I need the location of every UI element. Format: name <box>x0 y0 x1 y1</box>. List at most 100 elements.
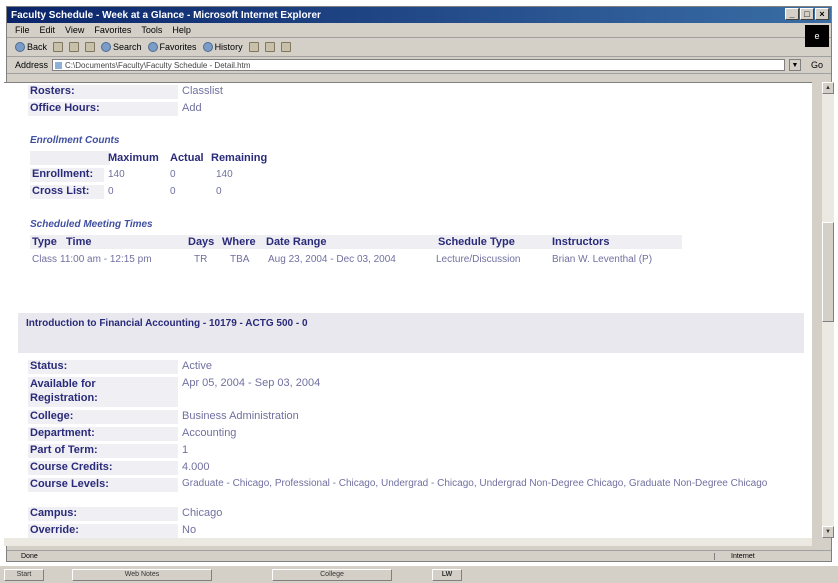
menu-tools[interactable]: Tools <box>141 25 162 35</box>
enrollment-maximum: 140 <box>108 169 125 180</box>
toolbar: Back Search Favorites History <box>7 38 831 57</box>
campus-value: Chicago <box>182 507 223 519</box>
star-icon <box>147 42 158 52</box>
meeting-time: 11:00 am - 12:15 pm <box>60 254 152 265</box>
refresh-icon[interactable] <box>69 42 80 52</box>
window-title: Faculty Schedule - Week at a Glance - Mi… <box>11 9 321 21</box>
department-value: Accounting <box>182 427 237 439</box>
search-label: Search <box>113 42 142 52</box>
zone-text: Internet <box>714 552 831 560</box>
available-value: Apr 05, 2004 - Sep 03, 2004 <box>182 377 321 389</box>
home-icon[interactable] <box>85 42 96 52</box>
meeting-schedule-type: Lecture/Discussion <box>436 254 521 265</box>
meetings-header-instructors: Instructors <box>552 236 610 248</box>
course-title[interactable]: Introduction to Financial Accounting - 1… <box>26 318 308 329</box>
enrollment-header-blank <box>30 151 110 165</box>
menu-bar: File Edit View Favorites Tools Help <box>7 23 831 38</box>
crosslist-remaining: 0 <box>216 186 222 197</box>
favorites-label: Favorites <box>159 42 197 52</box>
meetings-header-schedule-type: Schedule Type <box>438 236 515 248</box>
menu-favorites[interactable]: Favorites <box>94 25 131 35</box>
history-button[interactable]: History <box>202 42 243 52</box>
address-input[interactable]: C:\Documents\Faculty\Faculty Schedule - … <box>52 59 785 71</box>
meetings-header-date-range: Date Range <box>266 236 327 248</box>
stop-icon[interactable] <box>53 42 64 52</box>
meetings-header-type: Type <box>32 236 57 248</box>
history-icon <box>202 42 213 52</box>
horizontal-scrollbar[interactable] <box>4 538 812 546</box>
vertical-scrollbar[interactable]: ▲ ▼ <box>822 82 834 538</box>
taskbar: Start Web Notes College LW <box>0 566 838 583</box>
enrollment-header-maximum: Maximum <box>108 152 159 164</box>
search-button[interactable]: Search <box>101 42 142 52</box>
scroll-up-icon[interactable]: ▲ <box>822 82 834 94</box>
course-credits-label: Course Credits: <box>28 461 178 475</box>
back-button[interactable]: Back <box>15 42 47 52</box>
college-label: College: <box>28 410 178 424</box>
status-bar: Done Internet <box>7 550 831 561</box>
address-label: Address <box>15 60 49 70</box>
print-icon[interactable] <box>264 42 275 52</box>
enrollment-header-remaining: Remaining <box>211 152 268 164</box>
department-label: Department: <box>28 427 178 441</box>
history-label: History <box>214 42 243 52</box>
available-label: Available for Registration: <box>28 377 178 407</box>
override-value: No <box>182 524 197 536</box>
crosslist-actual: 0 <box>170 186 176 197</box>
go-button[interactable]: Go <box>805 60 831 70</box>
enrollment-remaining: 140 <box>216 169 233 180</box>
office-hours-label: Office Hours: <box>28 102 178 116</box>
start-button[interactable]: Start <box>4 568 44 581</box>
meetings-header-time: Time <box>66 236 92 248</box>
rosters-label: Rosters: <box>28 85 178 99</box>
taskbar-item-lw[interactable]: LW <box>432 568 462 581</box>
mail-icon[interactable] <box>248 42 259 52</box>
page-icon <box>55 62 63 69</box>
course-levels-value: Graduate - Chicago, Professional - Chica… <box>182 478 768 489</box>
campus-label: Campus: <box>28 507 178 521</box>
edit-icon[interactable] <box>280 42 291 52</box>
search-icon <box>101 42 112 52</box>
menu-file[interactable]: File <box>15 25 30 35</box>
status-text: Done <box>21 552 38 560</box>
part-of-term-value: 1 <box>182 444 189 456</box>
meetings-title: Scheduled Meeting Times <box>30 219 153 230</box>
address-value: C:\Documents\Faculty\Faculty Schedule - … <box>65 60 251 70</box>
back-arrow-icon <box>15 42 25 52</box>
minimize-button[interactable]: _ <box>785 8 799 20</box>
scroll-down-icon[interactable]: ▼ <box>822 526 834 538</box>
part-of-term-label: Part of Term: <box>28 444 178 458</box>
meetings-header-days: Days <box>188 236 215 248</box>
menu-edit[interactable]: Edit <box>40 25 56 35</box>
title-bar: Faculty Schedule - Week at a Glance - Mi… <box>7 7 831 23</box>
meetings-header-where: Where <box>222 236 256 248</box>
meeting-days: TR <box>194 254 208 265</box>
menu-view[interactable]: View <box>65 25 84 35</box>
meeting-instructor[interactable]: Brian W. Leventhal (P) <box>552 254 652 265</box>
address-dropdown-button[interactable]: ▼ <box>788 59 801 71</box>
enrollment-row-label: Enrollment: <box>30 168 104 182</box>
taskbar-item-web-notes[interactable]: Web Notes <box>72 568 212 581</box>
enrollment-title: Enrollment Counts <box>30 135 120 146</box>
address-bar: Address C:\Documents\Faculty\Faculty Sch… <box>7 57 831 74</box>
back-label: Back <box>27 42 48 52</box>
override-label: Override: <box>28 524 178 538</box>
meeting-date-range: Aug 23, 2004 - Dec 03, 2004 <box>268 254 396 265</box>
course-title-banner: Introduction to Financial Accounting - 1… <box>18 313 804 353</box>
enrollment-actual: 0 <box>170 169 176 180</box>
close-button[interactable]: × <box>815 8 829 20</box>
taskbar-item-college[interactable]: College <box>272 568 392 581</box>
status-value: Active <box>182 360 212 372</box>
enrollment-header-actual: Actual <box>170 152 204 164</box>
rosters-value[interactable]: Classlist <box>182 85 223 97</box>
meeting-type: Class <box>32 254 58 265</box>
course-credits-value: 4.000 <box>182 461 210 473</box>
favorites-button[interactable]: Favorites <box>147 42 197 52</box>
scroll-thumb[interactable] <box>822 222 834 322</box>
crosslist-row-label: Cross List: <box>30 185 104 199</box>
menu-help[interactable]: Help <box>172 25 191 35</box>
maximize-button[interactable]: □ <box>800 8 814 20</box>
status-label: Status: <box>28 360 178 374</box>
office-hours-value[interactable]: Add <box>182 102 202 114</box>
course-levels-label: Course Levels: <box>28 478 178 492</box>
